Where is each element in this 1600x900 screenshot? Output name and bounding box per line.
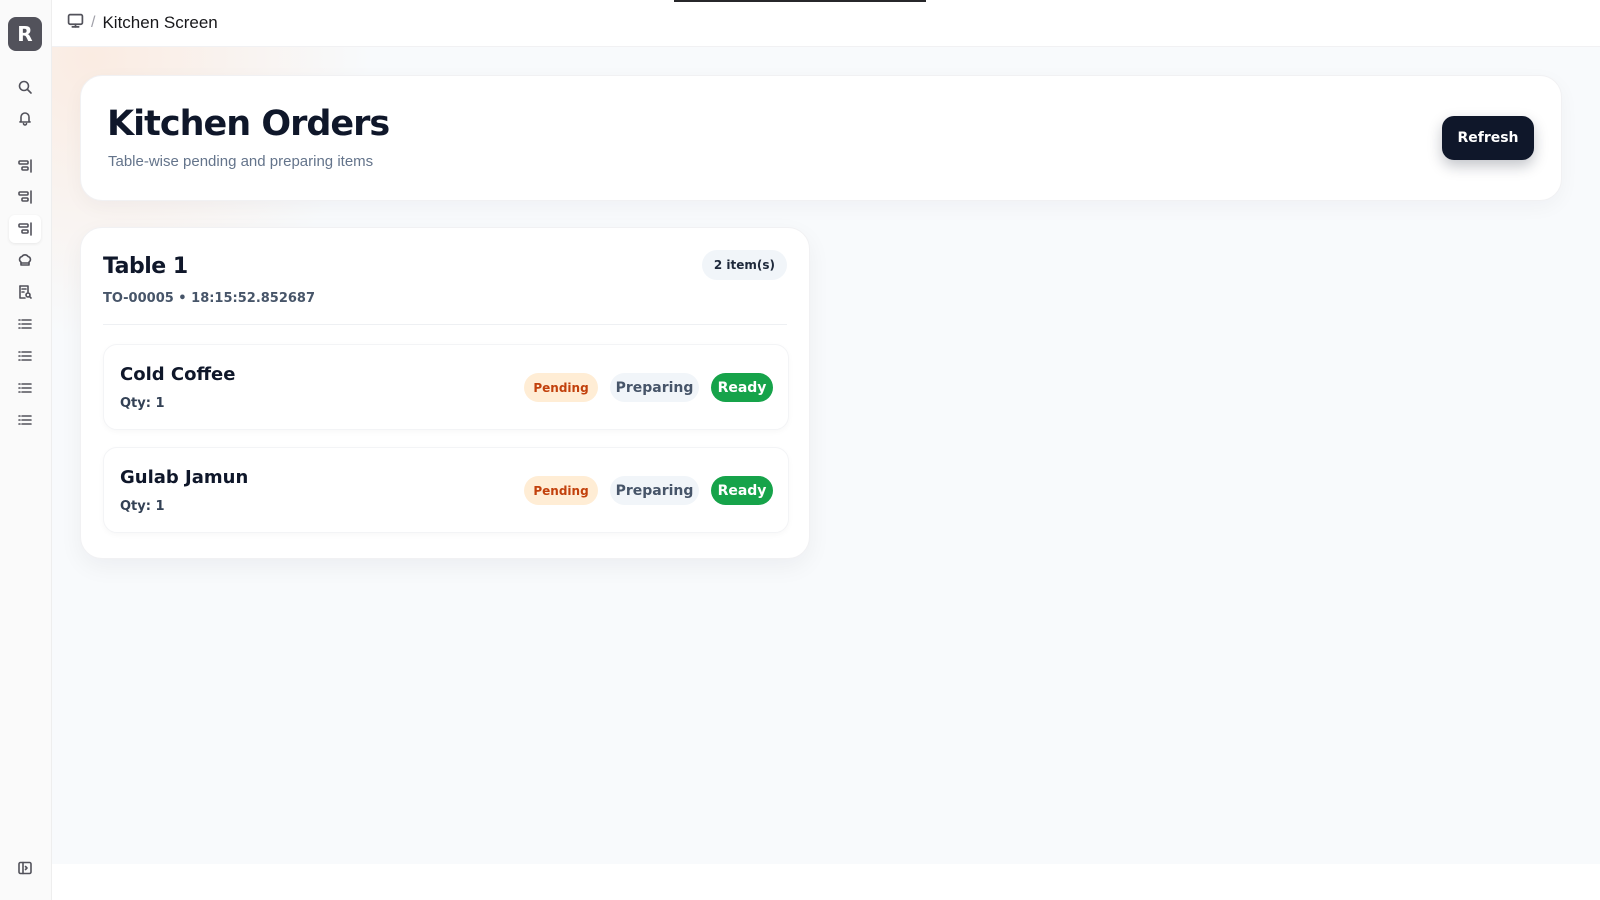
divider	[103, 324, 787, 325]
receipt-search-icon[interactable]	[9, 278, 41, 306]
order-meta: TO-00005 • 18:15:52.852687	[103, 291, 316, 306]
page-title: Kitchen Orders	[107, 104, 390, 144]
list-icon[interactable]	[9, 342, 41, 370]
sidebar-item-workspace-1-icon[interactable]	[9, 152, 41, 180]
list-icon[interactable]	[9, 310, 41, 338]
item-qty: Qty: 1	[120, 499, 165, 514]
search-icon[interactable]	[9, 73, 41, 101]
order-item-row: Gulab Jamun Qty: 1 Pending Preparing Rea…	[103, 447, 789, 533]
item-status-actions: Pending Preparing Ready	[524, 476, 773, 505]
loading-indicator	[674, 0, 926, 2]
item-qty: Qty: 1	[120, 396, 165, 411]
item-name: Gulab Jamun	[120, 467, 249, 488]
pending-button[interactable]: Pending	[524, 373, 598, 402]
list-icon[interactable]	[9, 374, 41, 402]
table-order-card: Table 1 TO-00005 • 18:15:52.852687 2 ite…	[80, 227, 810, 559]
sidebar-item-workspace-3-icon[interactable]	[9, 215, 41, 243]
order-item-row: Cold Coffee Qty: 1 Pending Preparing Rea…	[103, 344, 789, 430]
sidebar: R	[0, 0, 52, 900]
app-logo[interactable]: R	[8, 17, 42, 51]
pending-button[interactable]: Pending	[524, 476, 598, 505]
top-bar: / Kitchen Screen	[52, 0, 1600, 47]
preparing-button[interactable]: Preparing	[610, 476, 699, 505]
page-subtitle: Table-wise pending and preparing items	[108, 153, 374, 170]
bell-icon[interactable]	[9, 104, 41, 132]
sidebar-toggle-icon[interactable]	[9, 854, 41, 882]
item-name: Cold Coffee	[120, 364, 236, 385]
item-status-actions: Pending Preparing Ready	[524, 373, 773, 402]
ready-button[interactable]: Ready	[711, 373, 773, 402]
page-header-card: Kitchen Orders Table-wise pending and pr…	[80, 75, 1562, 201]
breadcrumb-separator: /	[91, 14, 96, 31]
refresh-button[interactable]: Refresh	[1442, 116, 1534, 160]
footer-strip	[52, 864, 1600, 900]
breadcrumb-current[interactable]: Kitchen Screen	[102, 13, 217, 33]
table-title: Table 1	[103, 254, 188, 279]
item-count-badge: 2 item(s)	[701, 250, 787, 280]
sidebar-item-workspace-2-icon[interactable]	[9, 183, 41, 211]
list-icon[interactable]	[9, 406, 41, 434]
preparing-button[interactable]: Preparing	[610, 373, 699, 402]
ready-button[interactable]: Ready	[711, 476, 773, 505]
chef-hat-icon[interactable]	[9, 247, 41, 275]
main-content: Kitchen Orders Table-wise pending and pr…	[52, 47, 1600, 864]
monitor-icon	[67, 12, 84, 34]
